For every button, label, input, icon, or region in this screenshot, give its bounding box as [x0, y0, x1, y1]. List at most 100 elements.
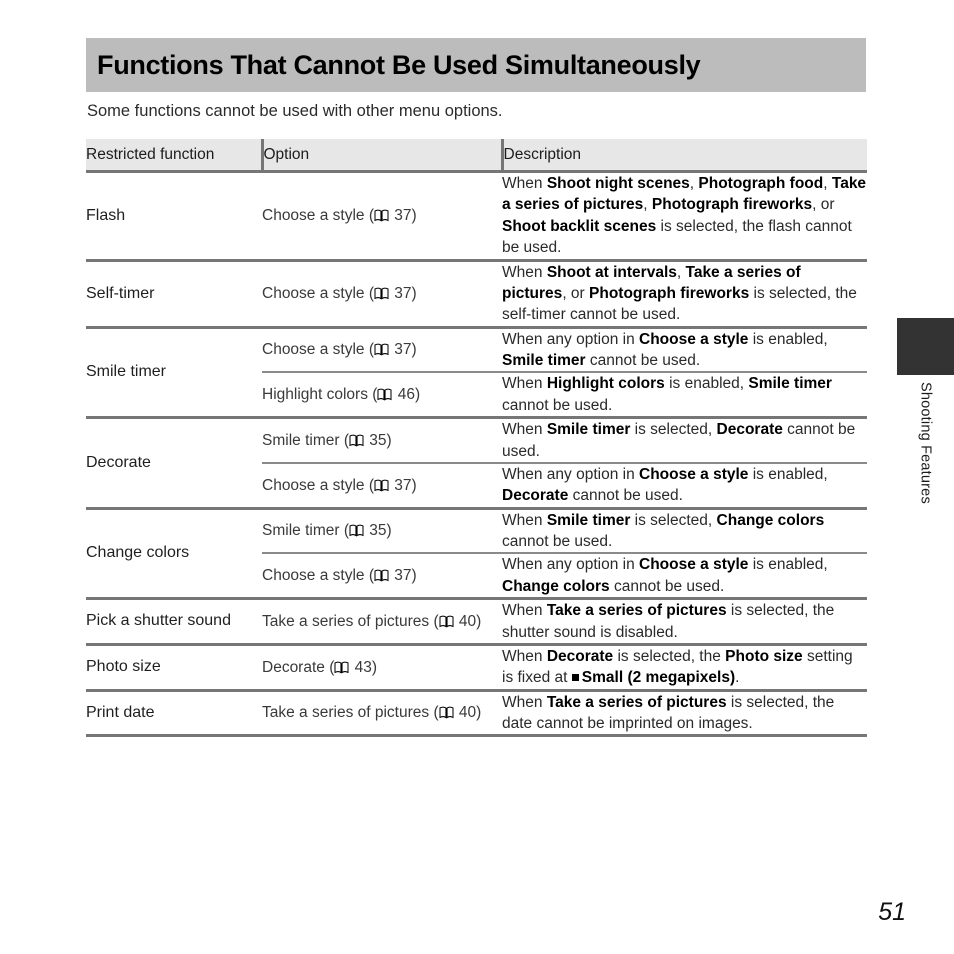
description-emphasis: Shoot backlit scenes — [502, 217, 657, 235]
description-text: cannot be used. — [585, 352, 701, 369]
description-emphasis: Take a series of pictures — [546, 602, 727, 620]
description-emphasis: Shoot night scenes — [546, 175, 690, 192]
description-text: , or — [562, 284, 590, 302]
cell-restricted-function: Pick a shutter sound — [86, 597, 262, 645]
description-text: When any option in — [502, 556, 640, 574]
book-icon — [374, 341, 389, 356]
cell-restricted-function: Flash — [86, 170, 262, 260]
cell-restricted-function: Change colors — [86, 506, 262, 599]
description-emphasis: Choose a style — [639, 330, 749, 348]
table-row: Change colors Smile timer ( 35) When Smile… — [86, 506, 867, 599]
description-emphasis: Decorate — [546, 647, 614, 665]
option-page-ref: 43) — [350, 658, 378, 676]
description-emphasis: Choose a style — [639, 556, 749, 574]
description-emphasis: Smile timer — [546, 511, 631, 529]
option-page-ref: 37) — [390, 476, 417, 494]
description-text: When — [502, 647, 547, 665]
intro-paragraph: Some functions cannot be used with other… — [87, 102, 503, 120]
book-icon — [439, 613, 454, 628]
option-label: Highlight colors ( — [262, 386, 378, 404]
cell-description: When any option in Choose a style is ena… — [502, 325, 867, 373]
document-page: Functions That Cannot Be Used Simultaneo… — [0, 0, 954, 954]
cell-restricted-function: Print date — [86, 688, 262, 738]
table-row: Smile timer Choose a style ( 37) When any … — [86, 325, 867, 418]
book-icon — [349, 432, 364, 447]
description-text: When — [502, 693, 547, 711]
table-row: Pick a shutter sound Take a series of pic… — [86, 597, 867, 645]
description-emphasis: Change colors — [716, 511, 825, 529]
description-text: cannot be used. — [502, 533, 613, 550]
table-header: Restricted function Option Description — [86, 139, 867, 172]
description-text: When — [502, 511, 547, 529]
cell-description: When Decorate is selected, the Photo siz… — [502, 642, 867, 691]
table-header-row: Restricted function Option Description — [86, 139, 867, 172]
cell-description: When Take a series of pictures is select… — [502, 688, 867, 738]
page-number: 51 — [878, 898, 906, 926]
description-text: When — [502, 421, 547, 439]
table-row: Decorate Smile timer ( 35) When Smile time… — [86, 416, 867, 509]
description-text: is selected, the — [613, 647, 726, 665]
option-label: Smile timer ( — [262, 522, 349, 540]
description-text: is enabled, — [748, 465, 828, 483]
cell-option: Take a series of pictures ( 40) — [262, 688, 502, 738]
column-header-option: Option — [260, 139, 502, 172]
description-text: is enabled, — [748, 330, 828, 348]
description-emphasis: Photo size — [725, 647, 803, 665]
description-emphasis: Shoot at intervals — [546, 263, 677, 281]
cell-restricted-function: Photo size — [86, 642, 262, 691]
description-text: When any option in — [502, 330, 640, 348]
option-page-ref: 35) — [364, 431, 392, 449]
option-page-ref: 37) — [390, 284, 417, 302]
cell-description: When Highlight colors is enabled, Smile … — [502, 371, 867, 418]
description-emphasis: Choose a style — [639, 465, 749, 483]
description-emphasis: Decorate — [716, 421, 783, 439]
page-title-banner: Functions That Cannot Be Used Simultaneo… — [86, 38, 866, 92]
description-text: . — [735, 669, 740, 687]
description-emphasis: Take a series of pictures — [546, 693, 727, 711]
option-page-ref: 37) — [390, 207, 417, 225]
description-text: , or — [812, 196, 835, 214]
option-page-ref: 35) — [364, 522, 392, 540]
table-row: Flash Choose a style ( 37) When Shoot nigh… — [86, 170, 867, 260]
description-text: cannot be used. — [568, 487, 683, 505]
description-text: cannot be used. — [609, 577, 725, 595]
description-text: When — [502, 375, 547, 393]
cell-option: Choose a style ( 37) — [262, 552, 502, 599]
option-page-ref: 37) — [390, 341, 417, 359]
table-body: Flash Choose a style ( 37) When Shoot nigh… — [86, 170, 867, 738]
page-title: Functions That Cannot Be Used Simultaneo… — [97, 49, 701, 80]
cell-description: When any option in Choose a style is ena… — [502, 552, 867, 599]
cell-option: Take a series of pictures ( 40) — [262, 597, 502, 645]
option-page-ref: 40) — [454, 704, 482, 722]
description-emphasis: Small (2 megapixels) — [581, 669, 736, 687]
column-header-description: Description — [500, 139, 867, 172]
cell-description: When any option in Choose a style is ena… — [502, 461, 867, 509]
description-text: is enabled, — [664, 375, 749, 393]
option-label: Choose a style ( — [262, 284, 374, 302]
table-row: Print date Take a series of pictures ( 40… — [86, 688, 867, 738]
restrictions-table-wrapper: Restricted function Option Description F… — [86, 139, 867, 738]
side-thumb-tab-label: Shooting Features — [917, 382, 934, 504]
description-text: When — [502, 602, 547, 620]
cell-option: Choose a style ( 37) — [262, 325, 502, 373]
option-label: Choose a style ( — [262, 207, 374, 225]
description-text: When any option in — [502, 465, 640, 483]
description-text: is enabled, — [748, 556, 828, 574]
side-thumb-tab-label-wrap: Shooting Features — [897, 382, 954, 582]
book-icon — [377, 386, 392, 401]
book-icon — [349, 522, 364, 537]
description-text: , — [643, 196, 652, 214]
book-icon — [374, 567, 389, 582]
cell-option: Decorate ( 43) — [262, 642, 502, 691]
description-emphasis: Decorate — [502, 487, 569, 505]
description-text: cannot be used. — [502, 396, 613, 414]
cell-option: Smile timer ( 35) — [262, 416, 502, 463]
description-emphasis: Smile timer — [546, 421, 631, 439]
cell-option: Choose a style ( 37) — [262, 461, 502, 509]
restrictions-table: Restricted function Option Description F… — [86, 139, 867, 738]
small-square-icon — [571, 674, 579, 682]
description-emphasis: Photograph food — [698, 175, 824, 192]
side-thumb-tab-marker — [897, 318, 954, 375]
description-text: is selected, — [630, 421, 717, 439]
description-emphasis: Photograph fireworks — [651, 196, 813, 214]
